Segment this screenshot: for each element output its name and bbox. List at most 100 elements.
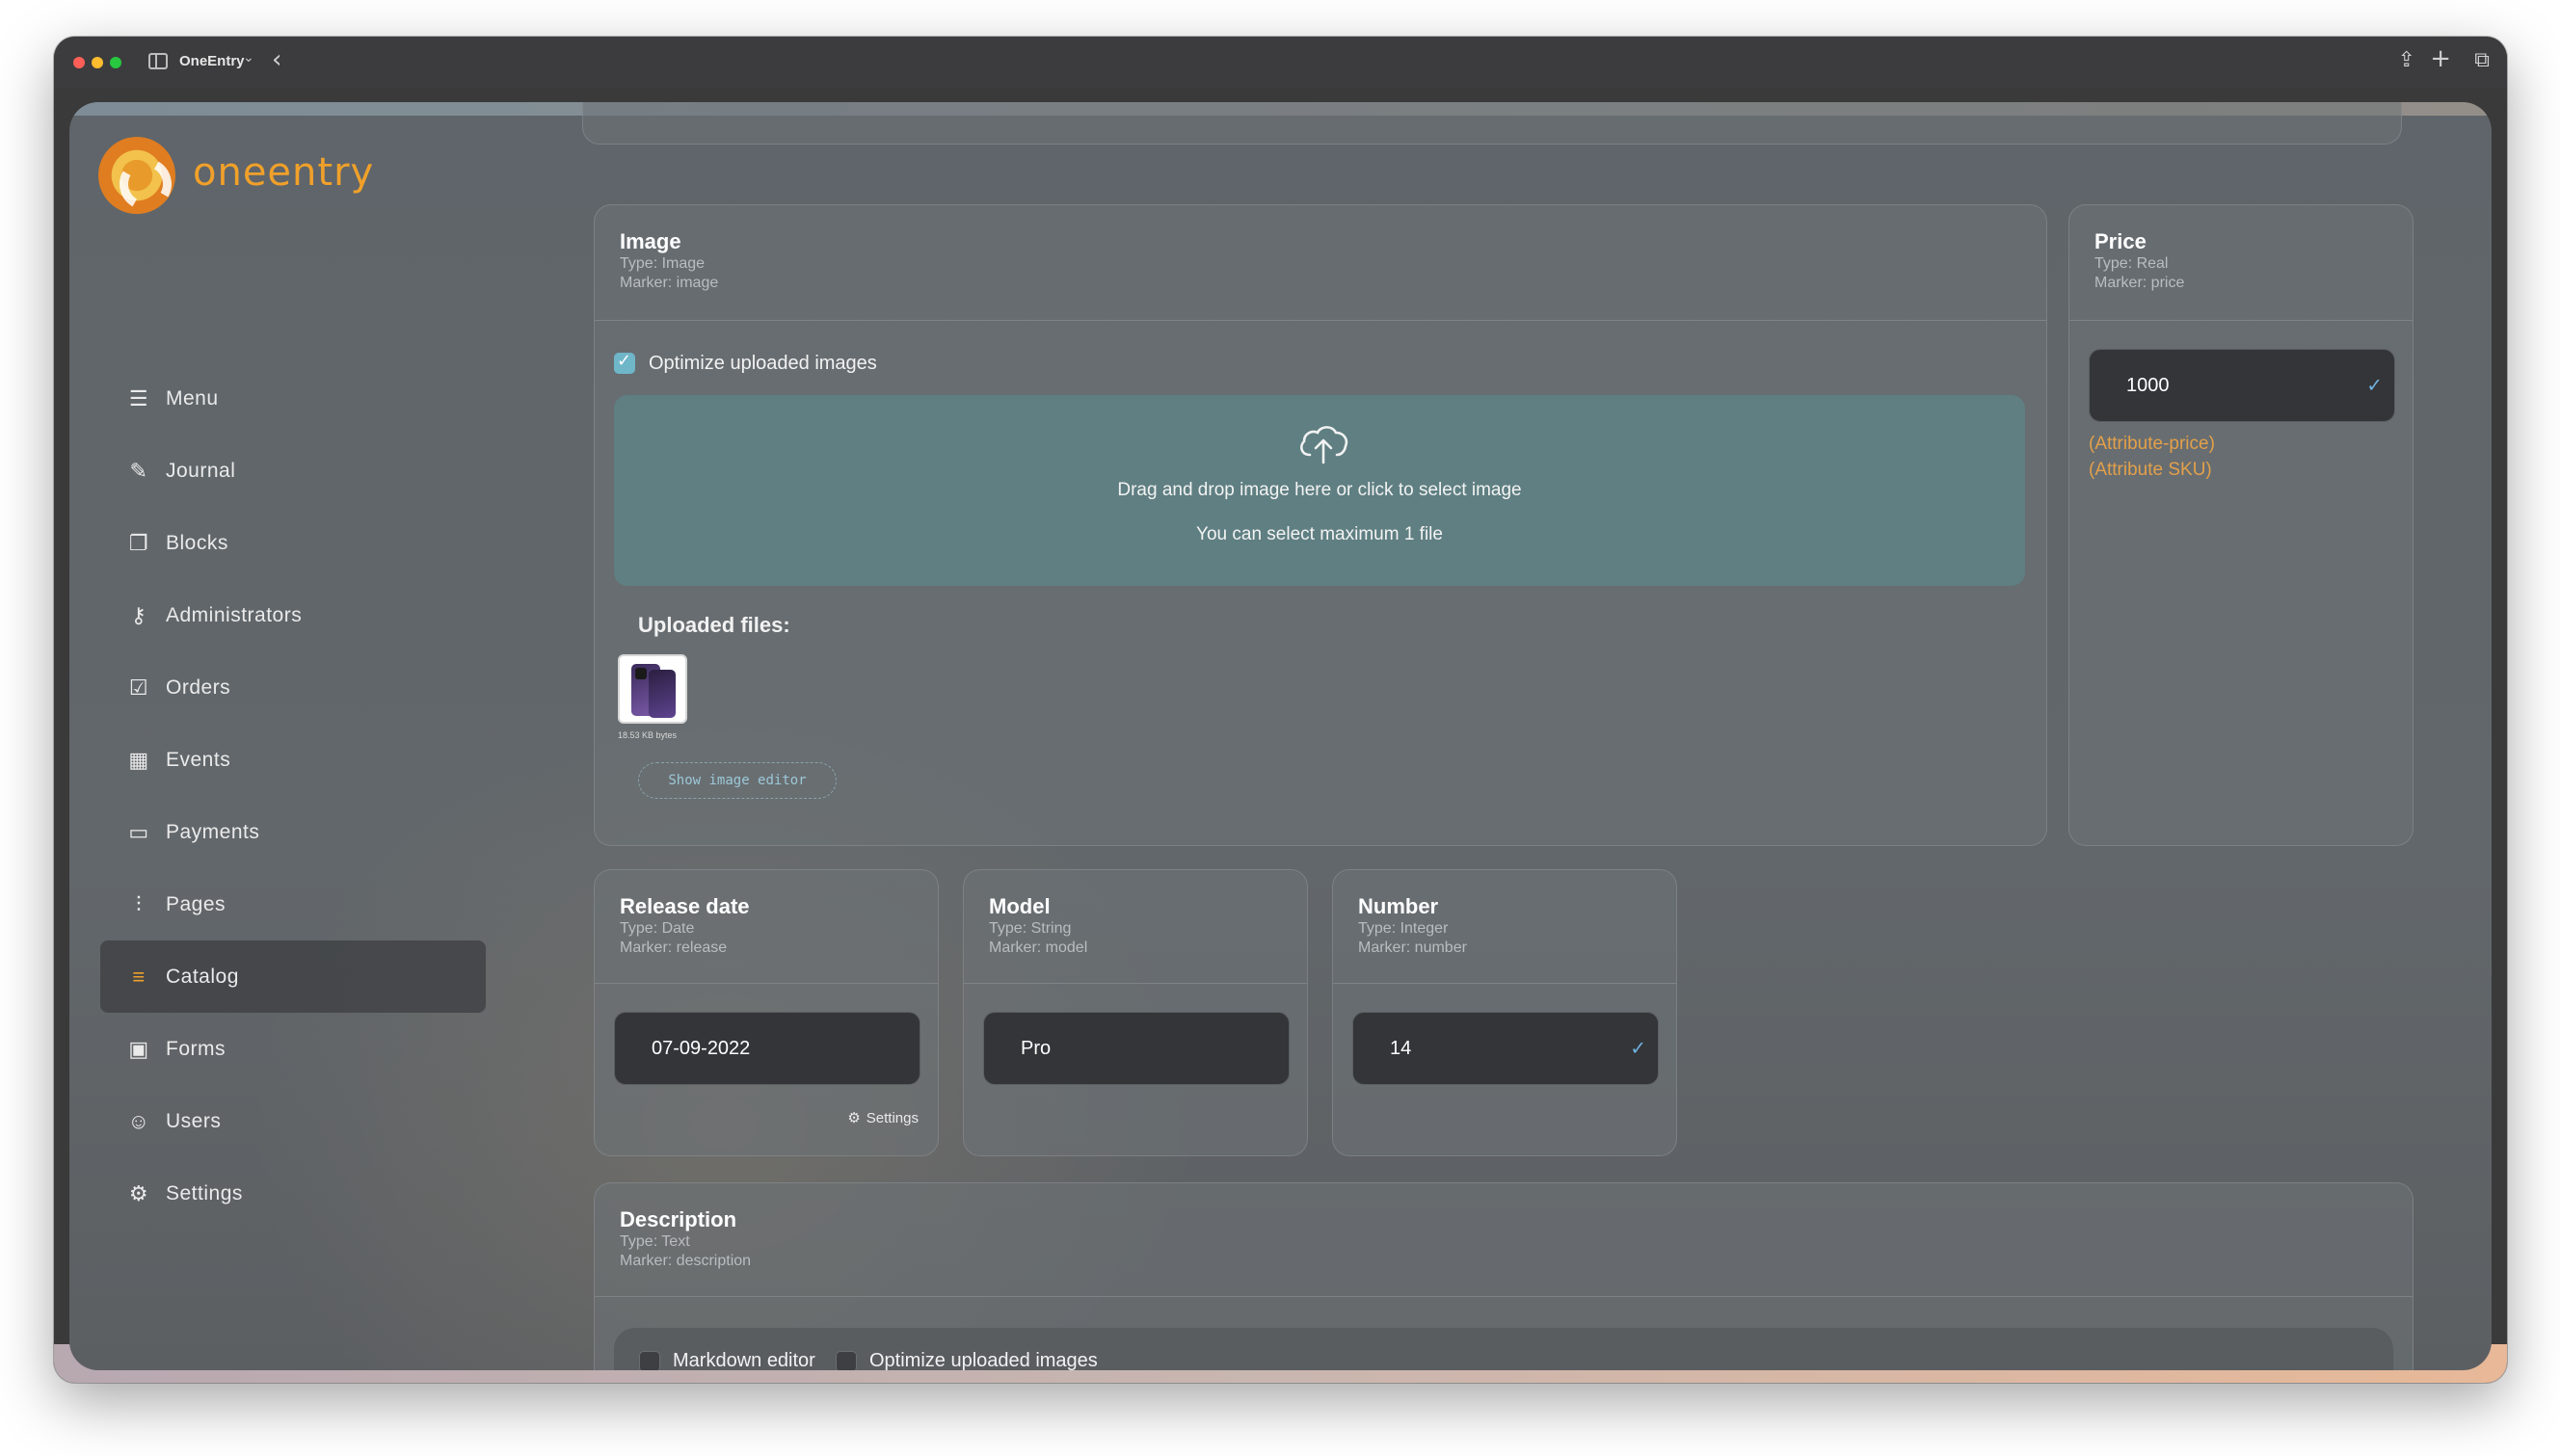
sidebar-item-label: Settings (166, 1181, 243, 1205)
card-type: Type: Text (620, 1233, 690, 1250)
optimize-images-label[interactable]: Optimize uploaded images (869, 1350, 1098, 1370)
orders-icon: ☑ (128, 675, 149, 700)
uploaded-image-thumbnail[interactable] (618, 654, 687, 724)
show-image-editor-button[interactable]: Show image editor (638, 762, 837, 799)
attribute-sku-link[interactable]: (Attribute SKU) (2089, 460, 2212, 481)
gear-icon: ⚙ (128, 1180, 149, 1205)
sidebar-item-label: Orders (166, 675, 231, 699)
file-size: 18.53 KB bytes (618, 730, 678, 740)
oneentry-logo-icon[interactable] (98, 137, 175, 214)
uploaded-files-label: Uploaded files: (638, 613, 790, 637)
key-icon: ⚷ (130, 602, 147, 627)
close-window-button[interactable] (73, 57, 85, 68)
model-value: Pro (1021, 1037, 1052, 1059)
card-type: Type: String (989, 920, 1072, 937)
card-title: Image (620, 229, 681, 253)
app-content: oneentry ☰ Menu ✎ Journal ❐ Blocks ⚷ Administra… (69, 102, 2492, 1370)
previous-card (582, 102, 2402, 145)
valid-check-icon: ✓ (1630, 1038, 1646, 1060)
logo-text[interactable]: oneentry (193, 150, 374, 195)
card-type: Type: Integer (1358, 920, 1449, 937)
image-attribute-card: Image Type: Image Marker: image Optimize… (594, 204, 2047, 846)
card-type: Type: Date (620, 920, 695, 937)
description-editor: Markdown editor Optimize uploaded images (614, 1328, 2393, 1370)
sidebar-item-catalog[interactable]: ≡ Catalog (100, 940, 486, 1013)
forms-icon: ▣ (128, 1036, 149, 1061)
card-header (595, 1183, 2413, 1297)
card-type: Type: Real (2094, 255, 2169, 272)
attribute-price-link[interactable]: (Attribute-price) (2089, 434, 2215, 455)
chevron-down-icon[interactable]: ⌄ (243, 50, 254, 66)
new-tab-icon[interactable]: + (2430, 44, 2451, 73)
sidebar-item-label: Payments (166, 820, 260, 843)
optimize-images-checkbox[interactable] (836, 1351, 857, 1370)
markdown-editor-label[interactable]: Markdown editor (673, 1350, 815, 1370)
sidebar-item-events[interactable]: ▦ Events (100, 724, 486, 796)
number-input[interactable]: 14 ✓ (1352, 1012, 1659, 1085)
calendar-icon: ▦ (128, 747, 149, 772)
settings-label: Settings (866, 1109, 919, 1126)
price-input[interactable]: 1000 ✓ (2089, 349, 2395, 422)
release-date-input[interactable]: 07-09-2022 (614, 1012, 920, 1085)
number-attribute-card: Number Type: Integer Marker: number 14 ✓ (1332, 869, 1677, 1156)
release-date-value: 07-09-2022 (652, 1037, 751, 1059)
zoom-window-button[interactable] (110, 57, 121, 68)
sidebar-item-administrators[interactable]: ⚷ Administrators (100, 579, 486, 651)
sidebar-toggle-icon[interactable] (148, 53, 168, 69)
optimize-images-checkbox[interactable] (614, 351, 635, 374)
card-title: Model (989, 894, 1051, 918)
release-date-attribute-card: Release date Type: Date Marker: release … (594, 869, 939, 1156)
card-title: Price (2094, 229, 2147, 253)
sidebar-item-label: Journal (166, 459, 236, 482)
sidebar-item-label: Catalog (166, 965, 239, 988)
number-value: 14 (1390, 1037, 1412, 1059)
card-marker: Marker: number (1358, 940, 1467, 956)
card-icon: ▭ (128, 819, 149, 844)
model-attribute-card: Model Type: String Marker: model Pro (963, 869, 1308, 1156)
minimize-window-button[interactable] (92, 57, 103, 68)
camera-icon (635, 668, 647, 679)
card-marker: Marker: description (620, 1253, 752, 1269)
date-settings-link[interactable]: ⚙ Settings (847, 1109, 919, 1127)
sidebar-item-label: Forms (166, 1037, 226, 1060)
sidebar-item-menu[interactable]: ☰ Menu (100, 362, 486, 435)
back-icon[interactable]: ‹ (272, 45, 281, 74)
blocks-icon: ❐ (128, 530, 149, 555)
sidebar-item-label: Menu (166, 386, 219, 410)
title-bar: OneEntry ⌄ ‹ ⇪ + ⧉ (54, 37, 2507, 89)
image-dropzone[interactable]: Drag and drop image here or click to sel… (614, 395, 2025, 586)
markdown-editor-checkbox[interactable] (639, 1351, 660, 1370)
sidebar-nav: ☰ Menu ✎ Journal ❐ Blocks ⚷ Administrators ☑ Orde… (100, 362, 486, 1230)
window-app-name[interactable]: OneEntry (179, 53, 245, 69)
browser-window: OneEntry ⌄ ‹ ⇪ + ⧉ oneentry ☰ Menu ✎ Journa… (54, 37, 2507, 1383)
optimize-images-label[interactable]: Optimize uploaded images (649, 353, 877, 375)
dropzone-instruction: Drag and drop image here or click to sel… (1117, 480, 1522, 500)
share-icon[interactable]: ⇪ (2398, 48, 2415, 72)
sidebar-item-label: Users (166, 1109, 222, 1132)
card-type: Type: Image (620, 255, 706, 272)
sidebar-item-journal[interactable]: ✎ Journal (100, 435, 486, 507)
users-icon: ☺ (127, 1108, 150, 1133)
model-input[interactable]: Pro (983, 1012, 1290, 1085)
sliders-icon: ⫶ (135, 891, 142, 916)
card-title: Release date (620, 894, 750, 918)
card-marker: Marker: image (620, 275, 719, 291)
sidebar-item-label: Pages (166, 892, 227, 915)
sidebar-item-forms[interactable]: ▣ Forms (100, 1013, 486, 1085)
card-marker: Marker: model (989, 940, 1088, 956)
sidebar-item-label: Events (166, 748, 231, 771)
journal-icon: ✎ (129, 458, 148, 483)
cloud-upload-icon (1300, 426, 1348, 464)
sidebar-item-label: Blocks (166, 531, 228, 554)
sidebar-item-pages[interactable]: ⫶ Pages (100, 868, 486, 940)
sidebar-item-users[interactable]: ☺ Users (100, 1085, 486, 1157)
tab-overview-icon[interactable]: ⧉ (2474, 48, 2490, 72)
phone-image-back (649, 670, 676, 718)
sidebar-item-settings[interactable]: ⚙ Settings (100, 1157, 486, 1230)
sidebar-item-orders[interactable]: ☑ Orders (100, 651, 486, 724)
price-value: 1000 (2126, 374, 2170, 396)
list-icon: ≡ (132, 964, 146, 989)
sidebar-item-payments[interactable]: ▭ Payments (100, 796, 486, 868)
sidebar-item-blocks[interactable]: ❐ Blocks (100, 507, 486, 579)
card-marker: Marker: price (2094, 275, 2185, 291)
